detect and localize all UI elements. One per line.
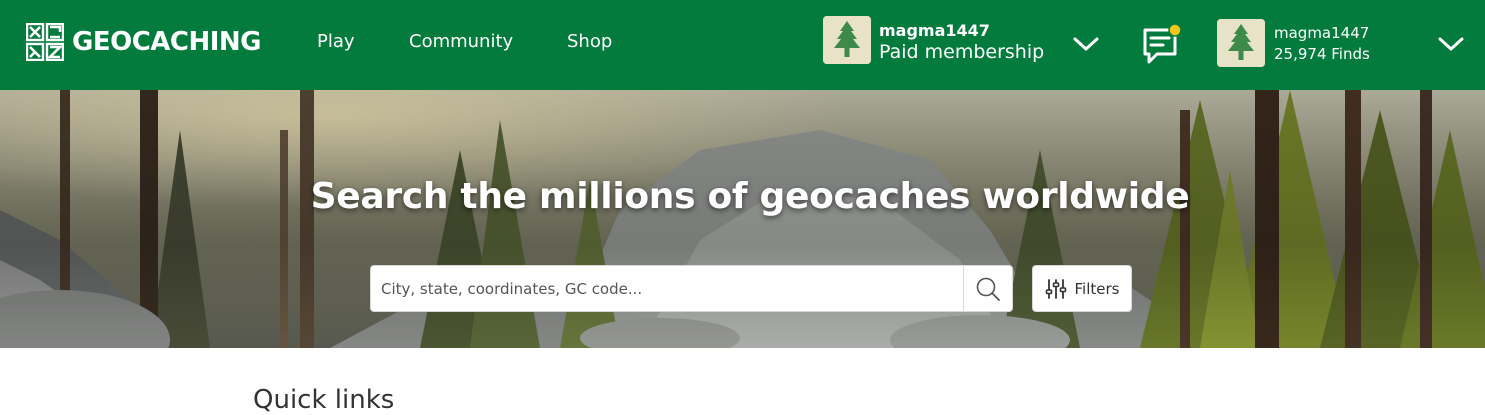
chevron-down-icon bbox=[1438, 37, 1464, 51]
unread-dot-icon bbox=[1168, 23, 1182, 37]
profile-menu-toggle[interactable] bbox=[1437, 34, 1465, 54]
filters-button[interactable]: Filters bbox=[1032, 265, 1132, 312]
nav-community[interactable]: Community bbox=[409, 31, 513, 52]
search-bar bbox=[370, 265, 1013, 312]
top-navigation-bar: GEOCACHING Play Community Shop magma1447… bbox=[0, 0, 1485, 90]
membership-plan: Paid membership bbox=[879, 41, 1045, 63]
hero-banner: Search the millions of geocaches worldwi… bbox=[0, 90, 1485, 348]
brand-name: GEOCACHING bbox=[72, 27, 262, 57]
profile-username: magma1447 bbox=[1274, 24, 1370, 42]
search-icon bbox=[976, 277, 1000, 301]
messages-button[interactable] bbox=[1140, 22, 1184, 66]
nav-shop[interactable]: Shop bbox=[567, 31, 612, 52]
profile-avatar[interactable] bbox=[1217, 19, 1265, 67]
geocaching-logo[interactable]: GEOCACHING bbox=[26, 23, 262, 61]
profile-finds-count: 25,974 Finds bbox=[1274, 45, 1370, 63]
tree-avatar-icon bbox=[1217, 19, 1265, 67]
filters-label: Filters bbox=[1074, 279, 1120, 298]
sliders-icon bbox=[1045, 278, 1066, 299]
membership-username: magma1447 bbox=[879, 21, 990, 40]
membership-avatar[interactable] bbox=[823, 16, 871, 64]
membership-menu-toggle[interactable] bbox=[1072, 34, 1100, 54]
chevron-down-icon bbox=[1073, 37, 1099, 51]
nav-play[interactable]: Play bbox=[317, 31, 355, 52]
tree-avatar-icon bbox=[823, 16, 871, 64]
search-input[interactable] bbox=[371, 266, 964, 311]
geocaching-logo-icon bbox=[26, 23, 64, 61]
search-button[interactable] bbox=[963, 266, 1012, 311]
chat-icon bbox=[1143, 23, 1182, 64]
hero-title: Search the millions of geocaches worldwi… bbox=[310, 176, 1190, 217]
quick-links-heading: Quick links bbox=[253, 385, 395, 415]
